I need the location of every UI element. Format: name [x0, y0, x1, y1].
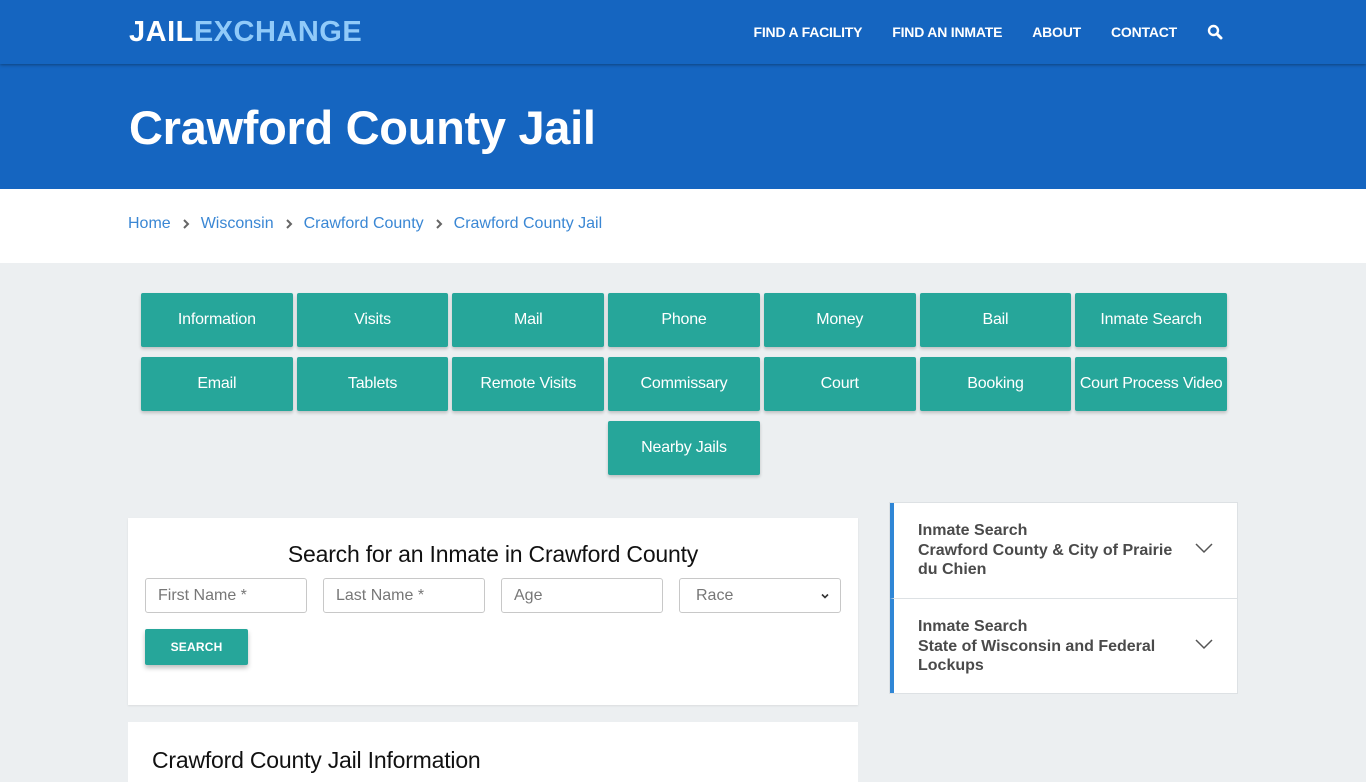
breadcrumb-county[interactable]: Crawford County: [304, 215, 424, 233]
accordion-item-state[interactable]: Inmate Search State of Wisconsin and Fed…: [890, 598, 1237, 693]
chevron-down-icon[interactable]: [1195, 638, 1213, 650]
hero-banner: Crawford County Jail: [0, 64, 1366, 189]
age-input[interactable]: [514, 586, 650, 605]
nav-find-an-inmate[interactable]: FIND AN INMATE: [892, 24, 1002, 40]
nav-about[interactable]: ABOUT: [1032, 24, 1081, 40]
tile-tablets[interactable]: Tablets: [296, 357, 449, 411]
tile-court[interactable]: Court: [763, 357, 916, 411]
tile-visits[interactable]: Visits: [296, 293, 449, 347]
race-select[interactable]: Race: [679, 578, 841, 613]
chevron-right-icon: [431, 216, 447, 232]
page-title: Crawford County Jail: [129, 101, 596, 154]
tile-row: Email Tablets Remote Visits Commissary C…: [139, 357, 1229, 411]
breadcrumb-state[interactable]: Wisconsin: [201, 215, 274, 233]
tile-nearby-jails[interactable]: Nearby Jails: [608, 421, 760, 475]
logo-text-exchange: EXCHANGE: [193, 16, 363, 48]
inmate-search-card: Search for an Inmate in Crawford County …: [128, 518, 858, 705]
facility-nav-tiles: Information Visits Mail Phone Money Bail…: [139, 293, 1229, 485]
inmate-search-accordion: Inmate Search Crawford County & City of …: [889, 502, 1238, 694]
age-field[interactable]: [501, 578, 663, 613]
tile-row: Information Visits Mail Phone Money Bail…: [139, 293, 1229, 347]
search-card-title: Search for an Inmate in Crawford County: [287, 541, 699, 567]
tile-remote-visits[interactable]: Remote Visits: [452, 357, 605, 411]
breadcrumb-home[interactable]: Home: [128, 215, 171, 233]
nav-contact[interactable]: CONTACT: [1111, 24, 1177, 40]
accordion-item-subheading: State of Wisconsin and Federal Lockups: [918, 637, 1156, 675]
tile-inmate-search[interactable]: Inmate Search: [1075, 293, 1228, 347]
jail-info-card: Crawford County Jail Information: [128, 722, 858, 782]
tile-row: Nearby Jails: [139, 421, 1229, 475]
search-icon[interactable]: [1207, 24, 1223, 40]
tile-mail[interactable]: Mail: [452, 293, 605, 347]
breadcrumb-current[interactable]: Crawford County Jail: [454, 215, 603, 233]
race-select-value: Race: [696, 586, 734, 604]
info-card-title: Crawford County Jail Information: [152, 747, 481, 773]
tile-email[interactable]: Email: [140, 357, 293, 411]
last-name-field[interactable]: [323, 578, 485, 613]
nav-find-a-facility[interactable]: FIND A FACILITY: [754, 24, 863, 40]
main-nav: FIND A FACILITY FIND AN INMATE ABOUT CON…: [724, 0, 1223, 64]
tile-money[interactable]: Money: [763, 293, 916, 347]
tile-bail[interactable]: Bail: [919, 293, 1072, 347]
tile-commissary[interactable]: Commissary: [608, 357, 760, 411]
chevron-right-icon: [281, 216, 297, 232]
tile-court-process-video[interactable]: Court Process Video: [1075, 357, 1228, 411]
tile-booking[interactable]: Booking: [919, 357, 1072, 411]
chevron-down-icon[interactable]: [1195, 542, 1213, 554]
last-name-input[interactable]: [336, 586, 472, 605]
accordion-item-county[interactable]: Inmate Search Crawford County & City of …: [890, 503, 1237, 598]
accordion-item-subheading: Crawford County & City of Prairie du Chi…: [918, 541, 1173, 579]
breadcrumb: Home Wisconsin Crawford County Crawford …: [0, 189, 1366, 263]
chevron-right-icon: [178, 216, 194, 232]
logo-text-jail: JAIL: [129, 16, 194, 48]
search-button[interactable]: SEARCH: [145, 629, 248, 665]
accordion-item-heading: Inmate Search: [918, 618, 1028, 635]
top-navbar: JAILEXCHANGE FIND A FACILITY FIND AN INM…: [0, 0, 1366, 64]
accordion-item-heading: Inmate Search: [918, 522, 1028, 539]
first-name-input[interactable]: [158, 586, 294, 605]
chevron-down-icon: [821, 593, 829, 599]
first-name-field[interactable]: [145, 578, 307, 613]
tile-phone[interactable]: Phone: [608, 293, 760, 347]
tile-information[interactable]: Information: [140, 293, 293, 347]
site-logo[interactable]: JAILEXCHANGE: [129, 16, 362, 48]
